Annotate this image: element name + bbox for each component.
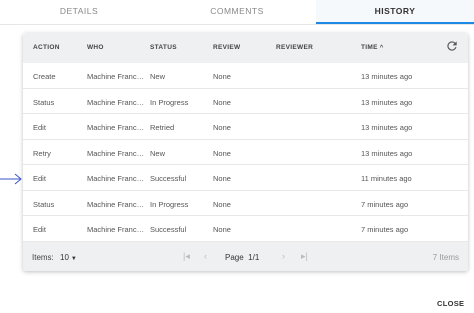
cell-action: Retry [33, 148, 51, 158]
tab-comments[interactable]: COMMENTS [158, 0, 316, 24]
table-row[interactable]: Retry Machine Francis... New None 13 minutes… [23, 140, 468, 165]
history-table-card: ACTION WHO STATUS REVIEW REVIEWER TIME ^ … [23, 33, 468, 271]
cell-status: In Progress [150, 199, 189, 209]
cell-review: None [213, 174, 231, 183]
total-items-count: 7 Items [432, 253, 459, 262]
items-per-page-select[interactable]: 10 ▼ [60, 253, 77, 262]
tab-divider [0, 24, 474, 25]
table-row[interactable]: Create Machine Francis... New None 13 minute… [23, 63, 468, 89]
last-page-icon[interactable]: ▸| [301, 251, 308, 262]
refresh-icon[interactable] [445, 39, 459, 53]
cell-status: New [150, 148, 166, 158]
column-header-time-label: TIME [361, 44, 378, 51]
cell-review: None [213, 123, 231, 132]
page-indicator: Page 1/1 [225, 253, 259, 262]
cell-action: Edit [33, 174, 46, 183]
table-row[interactable]: Edit Machine Francis... Successful None 11 m… [23, 165, 468, 191]
column-header-review[interactable]: REVIEW [213, 44, 240, 51]
page-value: 1/1 [248, 253, 260, 262]
cell-review: None [213, 97, 231, 107]
column-header-reviewer[interactable]: REVIEWER [276, 44, 313, 51]
cell-status: Retried [150, 123, 175, 132]
cell-time: 13 minutes ago [361, 97, 413, 107]
table-row[interactable]: Edit Machine Francis... Successful None 7 mi… [23, 216, 468, 242]
cell-status: In Progress [150, 97, 189, 107]
table-header: ACTION WHO STATUS REVIEW REVIEWER TIME ^ [23, 33, 468, 63]
cell-time: 13 minutes ago [361, 123, 413, 132]
items-per-page-value: 10 [60, 253, 69, 262]
column-header-action[interactable]: ACTION [33, 44, 60, 51]
cell-review: None [213, 199, 231, 209]
page-label: Page [225, 253, 244, 262]
cell-action: Edit [33, 123, 46, 132]
tab-bar: DETAILS COMMENTS HISTORY [0, 0, 474, 24]
cell-who: Machine Francis... [87, 97, 145, 107]
cell-status: Successful [150, 225, 187, 234]
tab-history[interactable]: HISTORY [316, 0, 474, 24]
table-footer: Items: 10 ▼ |◂ ‹ Page 1/1 › ▸| 7 Items [23, 242, 468, 271]
cell-who: Machine Francis... [87, 174, 145, 183]
cell-action: Status [33, 199, 55, 209]
chevron-right-icon[interactable]: › [282, 251, 285, 261]
sort-ascending-icon: ^ [379, 45, 384, 51]
items-per-page-label: Items: [32, 253, 54, 262]
cell-time: 7 minutes ago [361, 225, 409, 234]
cell-time: 13 minutes ago [361, 148, 413, 158]
table-row[interactable]: Status Machine Francis... In Progress None 1… [23, 89, 468, 114]
close-button[interactable]: CLOSE [437, 299, 464, 308]
tab-details[interactable]: DETAILS [0, 0, 158, 24]
cell-time: 7 minutes ago [361, 199, 409, 209]
cell-time: 11 minutes ago [361, 174, 412, 183]
chevron-left-icon[interactable]: ‹ [204, 251, 207, 261]
table-row[interactable]: Edit Machine Francis... Retried None 13 minu… [23, 114, 468, 140]
cell-review: None [213, 72, 231, 81]
cell-who: Machine Francis... [87, 225, 145, 234]
cell-status: New [150, 72, 166, 81]
cell-who: Machine Francis... [87, 148, 145, 158]
cell-status: Successful [150, 174, 187, 183]
cell-who: Machine Francis... [87, 199, 145, 209]
table-row[interactable]: Status Machine Francis... In Progress None 7… [23, 191, 468, 216]
cell-action: Edit [33, 225, 46, 234]
cell-who: Machine Francis... [87, 123, 145, 132]
column-header-who[interactable]: WHO [87, 44, 104, 51]
column-header-time[interactable]: TIME ^ [361, 44, 384, 51]
first-page-icon[interactable]: |◂ [183, 251, 190, 262]
cell-action: Status [33, 97, 55, 107]
cell-who: Machine Francis... [87, 72, 145, 81]
cell-action: Create [33, 72, 56, 81]
cell-time: 13 minutes ago [361, 72, 413, 81]
arrow-right-icon [0, 173, 22, 185]
column-header-status[interactable]: STATUS [150, 44, 177, 51]
cell-review: None [213, 148, 231, 158]
caret-down-icon: ▼ [70, 256, 77, 262]
cell-review: None [213, 225, 231, 234]
